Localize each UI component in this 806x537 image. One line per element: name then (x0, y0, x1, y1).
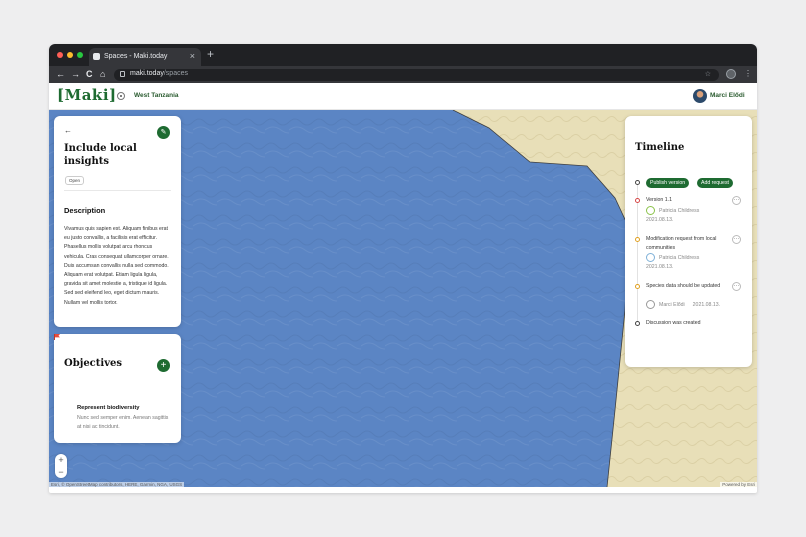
lock-icon (120, 71, 125, 77)
insight-card: ← ✎ Include local insights Open Descript… (54, 116, 181, 327)
timeline-line (637, 183, 638, 322)
back-nav-icon[interactable]: ← (56, 69, 65, 79)
edit-button[interactable]: ✎ (157, 126, 170, 139)
timeline-heading: Timeline (635, 142, 685, 153)
timeline-dot (635, 198, 640, 203)
timeline-dot (635, 180, 640, 185)
maximize-window-dot[interactable] (77, 52, 83, 58)
objectives-heading: Objectives (64, 358, 122, 369)
timeline-event-title[interactable]: Discussion was created (646, 319, 701, 328)
tab-close-icon[interactable]: × (190, 51, 195, 61)
add-request-button[interactable]: Add request (697, 178, 733, 188)
bookmark-star-icon[interactable]: ☆ (705, 70, 711, 78)
maki-logo[interactable]: [Maki] (57, 86, 117, 104)
add-objective-button[interactable]: + (157, 359, 170, 372)
timeline-event-title[interactable]: Species data should be updated (646, 282, 722, 291)
author-avatar-icon (646, 206, 655, 215)
reload-icon[interactable]: C (86, 69, 93, 79)
event-more-button[interactable]: ··· (732, 235, 741, 244)
back-arrow-icon[interactable]: ← (64, 126, 72, 135)
divider (64, 190, 171, 191)
objective-title[interactable]: Represent biodiversity (77, 405, 140, 411)
timeline-event-title[interactable]: Version 1.1 (646, 196, 672, 205)
event-more-button[interactable]: ··· (732, 282, 741, 291)
user-name[interactable]: Marci Elődi (710, 92, 745, 99)
new-tab-button[interactable]: + (207, 47, 214, 61)
timeline-dot (635, 284, 640, 289)
app-header: [Maki] West Tanzania Marci Elődi (49, 83, 757, 110)
timeline-dot (635, 321, 640, 326)
location-icon (117, 92, 125, 100)
timeline-event-title[interactable]: Modification request from local communit… (646, 235, 730, 253)
tab-bar: Spaces - Maki.today × + (49, 44, 757, 66)
timeline-event-author: Patricia Childress (646, 253, 699, 262)
zoom-out-button[interactable]: − (55, 466, 67, 478)
author-avatar-icon (646, 300, 655, 309)
event-more-button[interactable]: ··· (732, 196, 741, 205)
zoom-control: + − (55, 454, 67, 478)
browser-menu-icon[interactable]: ⋮ (744, 69, 752, 78)
flag-icon (54, 334, 60, 340)
forward-nav-icon[interactable]: → (71, 69, 80, 79)
close-window-dot[interactable] (57, 52, 63, 58)
description-text: Vivamus quis sapien est. Aliquam finibus… (64, 226, 169, 306)
timeline-event-author: Patricia Childress (646, 206, 699, 215)
tab-title: Spaces - Maki.today (104, 53, 168, 60)
objectives-card: Objectives + Represent biodiversity Nunc… (54, 334, 181, 443)
description-heading: Description (64, 206, 106, 215)
minimize-window-dot[interactable] (67, 52, 73, 58)
user-avatar[interactable] (693, 89, 707, 103)
publish-version-button[interactable]: Publish version (646, 178, 690, 188)
address-bar[interactable]: maki.today/spaces ☆ (114, 69, 719, 81)
timeline-event-author: Marci Elődi 2021.08.13. (646, 300, 720, 309)
browser-toolbar: ← → C ⌂ maki.today/spaces ☆ ⋮ (49, 66, 757, 83)
map-view[interactable]: + − Esri, © OpenStreetMap contributors, … (49, 110, 757, 487)
url-text: maki.today/spaces (130, 70, 188, 77)
timeline-event-date: 2021.08.13. (646, 264, 674, 270)
objective-description: Nunc sed semper enim. Aenean sagittis at… (77, 415, 169, 430)
zoom-in-button[interactable]: + (55, 454, 67, 466)
browser-window: Spaces - Maki.today × + ← → C ⌂ maki.tod… (49, 44, 757, 493)
timeline-card: Timeline Publish version Add request Ver… (625, 116, 752, 367)
home-icon[interactable]: ⌂ (100, 69, 105, 79)
region-selector[interactable]: West Tanzania (134, 92, 179, 99)
timeline-dot (635, 237, 640, 242)
favicon-icon (93, 53, 100, 60)
map-attribution: Esri, © OpenStreetMap contributors, HERE… (49, 482, 185, 487)
status-badge: Open (65, 176, 85, 185)
powered-by-esri[interactable]: Powered by Esri (720, 482, 757, 487)
browser-tab[interactable]: Spaces - Maki.today × (89, 48, 201, 66)
insight-title: Include local insights (64, 143, 137, 167)
timeline-event-date: 2021.08.13. (646, 217, 674, 223)
browser-profile-icon[interactable] (726, 69, 736, 79)
author-avatar-icon (646, 253, 655, 262)
